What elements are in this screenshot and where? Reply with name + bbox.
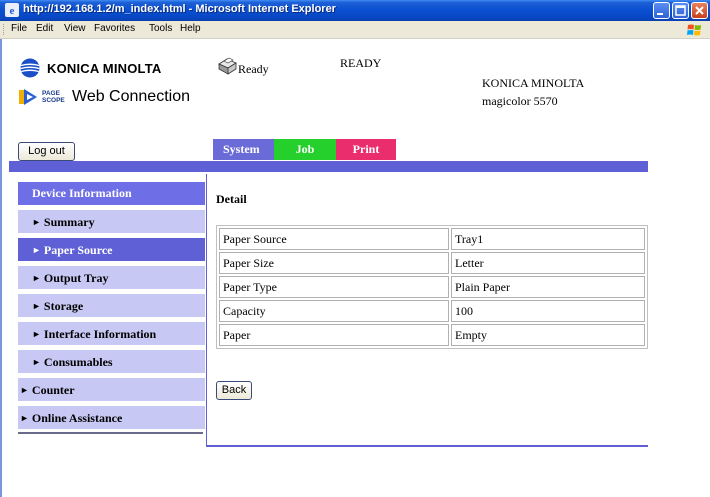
- sidebar-bottom-divider: [18, 432, 203, 434]
- sidebar-item-label: Storage: [43, 299, 84, 313]
- row-value: 100: [451, 300, 645, 322]
- row-label: Paper Source: [219, 228, 449, 250]
- back-button[interactable]: Back: [216, 381, 252, 400]
- table-row: Capacity 100: [219, 300, 645, 322]
- window-title: http://192.168.1.2/m_index.html - Micros…: [23, 3, 336, 15]
- status-ready-text: Ready: [238, 62, 269, 76]
- row-value: Tray1: [451, 228, 645, 250]
- menu-help[interactable]: Help: [180, 23, 201, 34]
- content-left-border: [206, 174, 207, 446]
- sidebar-item-label: Counter: [31, 383, 75, 397]
- sidebar-item-output-tray[interactable]: ► Output Tray: [18, 266, 205, 289]
- row-value: Letter: [451, 252, 645, 274]
- triangle-right-icon: ►: [32, 357, 41, 367]
- paper-source-detail-table: Paper Source Tray1 Paper Size Letter Pap…: [216, 225, 648, 349]
- tab-print[interactable]: Print: [336, 139, 396, 160]
- row-label: Paper Type: [219, 276, 449, 298]
- svg-text:e: e: [10, 5, 15, 17]
- close-button[interactable]: [691, 2, 708, 19]
- pagescope-logo: PAGE SCOPE Web Connection: [18, 88, 190, 106]
- row-value: Empty: [451, 324, 645, 346]
- toolbar-grip[interactable]: [3, 24, 7, 35]
- header-divider-band: [9, 161, 648, 172]
- sidebar: Device Information ► Summary ► Paper Sourc…: [18, 182, 205, 434]
- title-bar: e http://192.168.1.2/m_index.html - Micr…: [0, 0, 710, 21]
- triangle-right-icon: ►: [20, 385, 29, 395]
- table-row: Paper Size Letter: [219, 252, 645, 274]
- menu-tools[interactable]: Tools: [149, 23, 172, 34]
- sidebar-item-storage[interactable]: ► Storage: [18, 294, 205, 317]
- triangle-right-icon: ►: [32, 217, 41, 227]
- main-tabs: System Job Print: [213, 139, 396, 160]
- sidebar-item-label: Paper Source: [43, 243, 113, 257]
- tab-job[interactable]: Job: [274, 139, 336, 160]
- table-row: Paper Type Plain Paper: [219, 276, 645, 298]
- sidebar-item-online-assistance[interactable]: ► Online Assistance: [18, 406, 205, 429]
- pagescope-small-text: PAGE SCOPE: [42, 90, 65, 104]
- sidebar-item-label: Consumables: [43, 355, 113, 369]
- sidebar-item-counter[interactable]: ► Counter: [18, 378, 205, 401]
- pagescope-icon: [19, 89, 37, 105]
- web-connection-text: Web Connection: [72, 88, 190, 105]
- logout-button[interactable]: Log out: [18, 142, 75, 161]
- menu-bar: File Edit View Favorites Tools Help: [0, 21, 710, 39]
- table-row: Paper Empty: [219, 324, 645, 346]
- menu-favorites[interactable]: Favorites: [94, 23, 135, 34]
- windows-logo-icon: [687, 24, 701, 36]
- sidebar-item-label: Online Assistance: [31, 411, 123, 425]
- menu-view[interactable]: View: [64, 23, 86, 34]
- device-model: magicolor 5570: [482, 94, 558, 108]
- sidebar-section-label: Device Information: [32, 186, 132, 200]
- maximize-button[interactable]: [672, 2, 689, 19]
- brand-logo-text: KONICA MINOLTA: [47, 60, 162, 76]
- sidebar-item-consumables[interactable]: ► Consumables: [18, 350, 205, 373]
- table-row: Paper Source Tray1: [219, 228, 645, 250]
- triangle-right-icon: ►: [32, 329, 41, 339]
- detail-heading: Detail: [216, 192, 247, 206]
- konica-minolta-globe-icon: [20, 58, 40, 78]
- tab-system[interactable]: System: [213, 139, 274, 160]
- triangle-right-icon: ►: [32, 273, 41, 283]
- printer-icon: [218, 57, 237, 75]
- row-label: Capacity: [219, 300, 449, 322]
- status-message: READY: [340, 56, 382, 70]
- menu-edit[interactable]: Edit: [36, 23, 53, 34]
- triangle-right-icon: ►: [32, 245, 41, 255]
- triangle-right-icon: ►: [32, 301, 41, 311]
- sidebar-item-label: Output Tray: [43, 271, 109, 285]
- row-label: Paper Size: [219, 252, 449, 274]
- konica-minolta-logo: KONICA MINOLTA: [20, 58, 162, 78]
- menu-file[interactable]: File: [11, 23, 27, 34]
- sidebar-item-label: Summary: [43, 215, 95, 229]
- device-brand: KONICA MINOLTA: [482, 76, 585, 90]
- row-value: Plain Paper: [451, 276, 645, 298]
- sidebar-item-paper-source[interactable]: ► Paper Source: [18, 238, 205, 261]
- sidebar-item-label: Interface Information: [43, 327, 157, 341]
- triangle-right-icon: ►: [20, 413, 29, 423]
- sidebar-item-interface-information[interactable]: ► Interface Information: [18, 322, 205, 345]
- sidebar-item-summary[interactable]: ► Summary: [18, 210, 205, 233]
- content-bottom-border: [206, 445, 648, 447]
- row-label: Paper: [219, 324, 449, 346]
- internet-explorer-icon: e: [5, 3, 19, 17]
- minimize-button[interactable]: [653, 2, 670, 19]
- sidebar-section-device-information[interactable]: Device Information: [18, 182, 205, 205]
